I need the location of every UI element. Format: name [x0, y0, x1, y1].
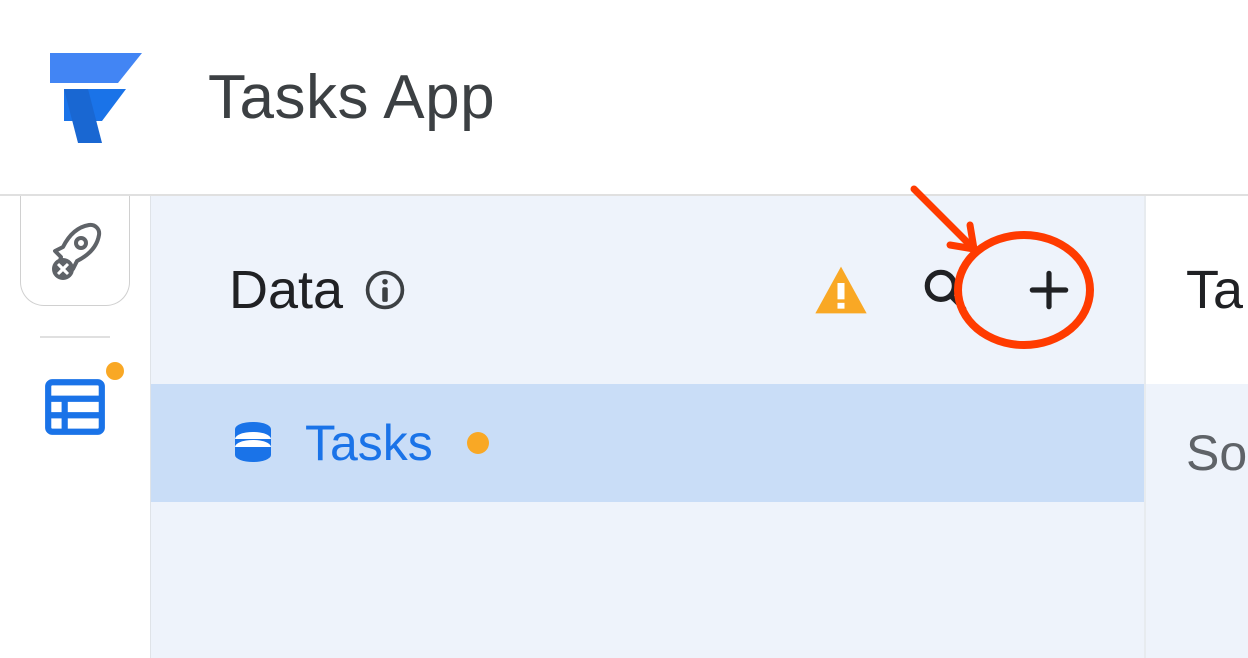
appsheet-logo-icon — [34, 45, 158, 149]
warning-icon — [813, 262, 869, 318]
add-table-button[interactable] — [1014, 255, 1084, 325]
detail-panel-title: Ta — [1186, 259, 1243, 321]
rail-data-tab[interactable] — [36, 368, 114, 446]
table-row[interactable]: Tasks — [151, 384, 1144, 502]
data-heading-text: Data — [229, 259, 343, 321]
table-name: Tasks — [305, 414, 433, 472]
detail-panel-body: So — [1146, 384, 1248, 658]
app-header: Tasks App — [0, 0, 1248, 196]
data-panel-header: Data — [151, 196, 1144, 384]
search-tables-button[interactable] — [910, 255, 980, 325]
left-rail — [0, 196, 150, 658]
database-icon — [229, 419, 277, 467]
info-icon[interactable] — [363, 268, 407, 312]
app-title: Tasks App — [208, 62, 495, 133]
detail-panel-header: Ta — [1146, 196, 1248, 384]
status-dot-icon — [467, 432, 489, 454]
editor-body: Data — [0, 196, 1248, 658]
detail-source-label: So — [1186, 424, 1247, 482]
rocket-icon — [43, 219, 107, 283]
deploy-button[interactable] — [20, 196, 130, 306]
search-icon — [920, 265, 970, 315]
plus-icon — [1024, 265, 1074, 315]
detail-panel: Ta So — [1144, 196, 1248, 658]
data-header-actions — [806, 255, 1084, 325]
data-warning-indicator[interactable] — [806, 255, 876, 325]
data-panel-title: Data — [229, 259, 407, 321]
database-icon — [42, 374, 108, 440]
data-panel: Data — [150, 196, 1144, 658]
rail-divider — [40, 336, 110, 338]
attention-dot-icon — [106, 362, 124, 380]
